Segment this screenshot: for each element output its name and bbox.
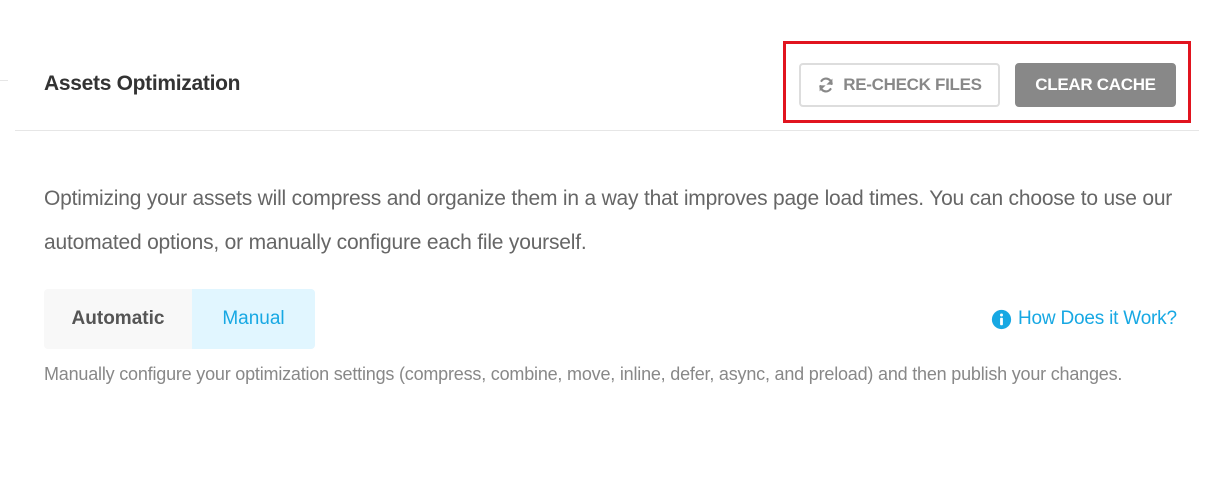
clear-cache-label: CLEAR CACHE	[1035, 75, 1156, 94]
tab-manual[interactable]: Manual	[192, 289, 315, 349]
tab-automatic-label: Automatic	[71, 308, 165, 329]
tab-automatic[interactable]: Automatic	[44, 289, 192, 349]
refresh-icon	[817, 76, 835, 94]
tab-description: Manually configure your optimization set…	[44, 364, 1123, 384]
info-icon	[991, 309, 1012, 330]
clear-cache-button[interactable]: CLEAR CACHE	[1015, 63, 1176, 107]
page: Assets Optimization RE-CHECK FILES CLEAR…	[0, 0, 1220, 480]
mode-tabs: Automatic Manual	[44, 289, 315, 349]
help-link-label: How Does it Work?	[1018, 308, 1177, 329]
recheck-files-button[interactable]: RE-CHECK FILES	[799, 63, 1000, 107]
recheck-files-label: RE-CHECK FILES	[843, 75, 982, 94]
page-title: Assets Optimization	[44, 72, 241, 95]
tab-manual-label: Manual	[222, 308, 285, 329]
section-description: Optimizing your assets will compress and…	[44, 187, 1173, 254]
how-does-it-work-link[interactable]: How Does it Work?	[991, 308, 1177, 330]
divider	[0, 80, 8, 81]
